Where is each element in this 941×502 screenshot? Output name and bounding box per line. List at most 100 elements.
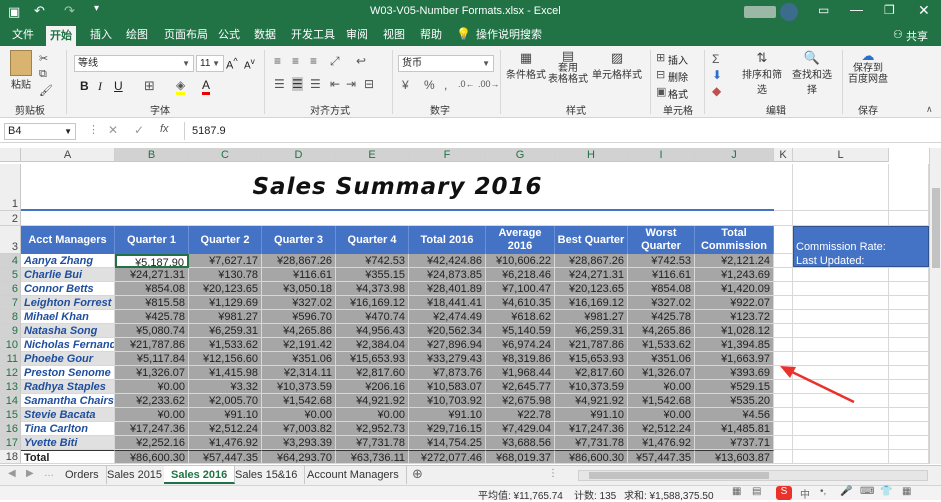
currency-cell[interactable]: ¥1,243.69 <box>695 268 774 282</box>
currency-cell[interactable]: ¥91.10 <box>409 408 486 422</box>
currency-cell[interactable]: ¥1,420.09 <box>695 282 774 296</box>
currency-cell[interactable]: ¥393.69 <box>695 366 774 380</box>
currency-cell[interactable]: ¥10,373.59 <box>262 380 336 394</box>
row-header[interactable]: 15 <box>0 408 21 422</box>
currency-cell[interactable]: ¥2,817.60 <box>555 366 628 380</box>
bold-icon[interactable]: B <box>80 79 89 93</box>
cell[interactable] <box>774 408 793 422</box>
currency-cell[interactable]: ¥1,542.68 <box>262 394 336 408</box>
share-button[interactable]: 共享 <box>906 28 928 44</box>
currency-cell[interactable]: ¥1,663.97 <box>695 352 774 366</box>
currency-cell[interactable]: ¥6,974.24 <box>486 338 555 352</box>
currency-cell[interactable]: ¥2,645.77 <box>486 380 555 394</box>
currency-cell[interactable]: ¥742.53 <box>336 254 409 268</box>
currency-cell[interactable]: ¥2,252.16 <box>115 436 189 450</box>
column-heading[interactable]: Quarter 1 <box>115 226 189 254</box>
column-header-l[interactable]: L <box>793 148 889 162</box>
currency-cell[interactable]: ¥123.72 <box>695 310 774 324</box>
total-cell[interactable]: ¥57,447.35 <box>628 450 695 464</box>
column-header-d[interactable]: D <box>262 148 336 162</box>
currency-cell[interactable]: ¥24,271.31 <box>555 268 628 282</box>
cell[interactable] <box>793 338 889 352</box>
currency-cell[interactable]: ¥2,675.98 <box>486 394 555 408</box>
cell[interactable] <box>889 352 929 366</box>
avatar[interactable] <box>780 3 798 21</box>
cell[interactable] <box>774 164 793 211</box>
currency-cell[interactable]: ¥20,123.65 <box>555 282 628 296</box>
cell[interactable] <box>774 268 793 282</box>
formula-input[interactable] <box>184 122 936 140</box>
row-header[interactable]: 7 <box>0 296 21 310</box>
increase-decimal-icon[interactable]: .0← <box>458 79 475 89</box>
currency-cell[interactable]: ¥3,293.39 <box>262 436 336 450</box>
currency-cell[interactable]: ¥596.70 <box>262 310 336 324</box>
currency-cell[interactable]: ¥742.53 <box>628 254 695 268</box>
total-cell[interactable]: ¥64,293.70 <box>262 450 336 464</box>
total-label-cell[interactable]: Total <box>21 450 115 464</box>
cell[interactable] <box>889 408 929 422</box>
currency-cell[interactable]: ¥0.00 <box>115 380 189 394</box>
column-heading[interactable]: Best Quarter <box>555 226 628 254</box>
cell[interactable] <box>774 226 793 254</box>
currency-cell[interactable]: ¥28,401.89 <box>409 282 486 296</box>
currency-cell[interactable]: ¥355.15 <box>336 268 409 282</box>
ribbon-display-icon[interactable]: ▭ <box>818 3 829 17</box>
currency-cell[interactable]: ¥10,703.92 <box>409 394 486 408</box>
tab-draw[interactable]: 绘图 <box>122 24 152 46</box>
column-heading[interactable]: Quarter 2 <box>189 226 262 254</box>
tab-review[interactable]: 审阅 <box>342 24 372 46</box>
column-heading[interactable]: Quarter 3 <box>262 226 336 254</box>
column-header-j[interactable]: J <box>695 148 774 162</box>
column-header-i[interactable]: I <box>628 148 695 162</box>
row-header[interactable]: 14 <box>0 394 21 408</box>
currency-cell[interactable]: ¥206.16 <box>336 380 409 394</box>
tell-me-search[interactable]: 操作说明搜索 <box>472 24 546 46</box>
scroll-thumb[interactable] <box>932 188 940 268</box>
cell[interactable] <box>889 366 929 380</box>
currency-cell[interactable]: ¥535.20 <box>695 394 774 408</box>
manager-name-cell[interactable]: Radhya Staples <box>21 380 115 394</box>
tab-insert[interactable]: 插入 <box>86 24 116 46</box>
delete-cells-button[interactable]: 删除 <box>668 69 688 84</box>
decrease-decimal-icon[interactable]: .00→ <box>478 79 500 89</box>
currency-cell[interactable]: ¥5,117.84 <box>115 352 189 366</box>
currency-cell[interactable]: ¥1,476.92 <box>189 436 262 450</box>
cell[interactable] <box>889 211 929 226</box>
sheet-tab[interactable]: Sales 15&16 <box>228 466 305 484</box>
currency-cell[interactable]: ¥1,326.07 <box>115 366 189 380</box>
currency-cell[interactable]: ¥14,754.25 <box>409 436 486 450</box>
cell-styles-button[interactable]: ▨单元格样式 <box>592 50 642 81</box>
blank-row[interactable] <box>21 213 774 226</box>
currency-cell[interactable]: ¥4.56 <box>695 408 774 422</box>
currency-cell[interactable]: ¥17,247.36 <box>555 422 628 436</box>
tab-help[interactable]: 帮助 <box>416 24 446 46</box>
insert-cells-button[interactable]: 插入 <box>668 52 688 67</box>
cell[interactable] <box>774 211 793 226</box>
clear-icon[interactable]: ◆ <box>712 84 721 98</box>
currency-cell[interactable]: ¥3,688.56 <box>486 436 555 450</box>
currency-cell[interactable]: ¥854.08 <box>628 282 695 296</box>
currency-cell[interactable]: ¥0.00 <box>628 380 695 394</box>
column-header-h[interactable]: H <box>555 148 628 162</box>
cell[interactable] <box>793 211 889 226</box>
cell[interactable] <box>774 436 793 450</box>
cell[interactable] <box>889 296 929 310</box>
borders-icon[interactable]: ⊞ <box>144 78 155 94</box>
currency-cell[interactable]: ¥2,512.24 <box>628 422 695 436</box>
currency-cell[interactable]: ¥1,533.62 <box>628 338 695 352</box>
cell[interactable] <box>793 282 889 296</box>
autosum-icon[interactable]: Σ <box>712 52 719 66</box>
currency-cell[interactable]: ¥6,218.46 <box>486 268 555 282</box>
currency-cell[interactable]: ¥24,873.85 <box>409 268 486 282</box>
fill-icon[interactable]: ⬇ <box>712 68 722 82</box>
paste-button[interactable]: 粘贴 <box>8 50 34 91</box>
percent-icon[interactable]: % <box>424 78 435 92</box>
outdent-icon[interactable]: ⇥ <box>346 77 356 91</box>
total-cell[interactable]: ¥68,019.37 <box>486 450 555 464</box>
currency-cell[interactable]: ¥29,716.15 <box>409 422 486 436</box>
collapse-ribbon-icon[interactable]: ∧ <box>926 104 933 115</box>
currency-cell[interactable]: ¥7,731.78 <box>555 436 628 450</box>
currency-cell[interactable]: ¥116.61 <box>262 268 336 282</box>
cell[interactable] <box>889 164 929 211</box>
select-all-button[interactable] <box>0 148 21 162</box>
